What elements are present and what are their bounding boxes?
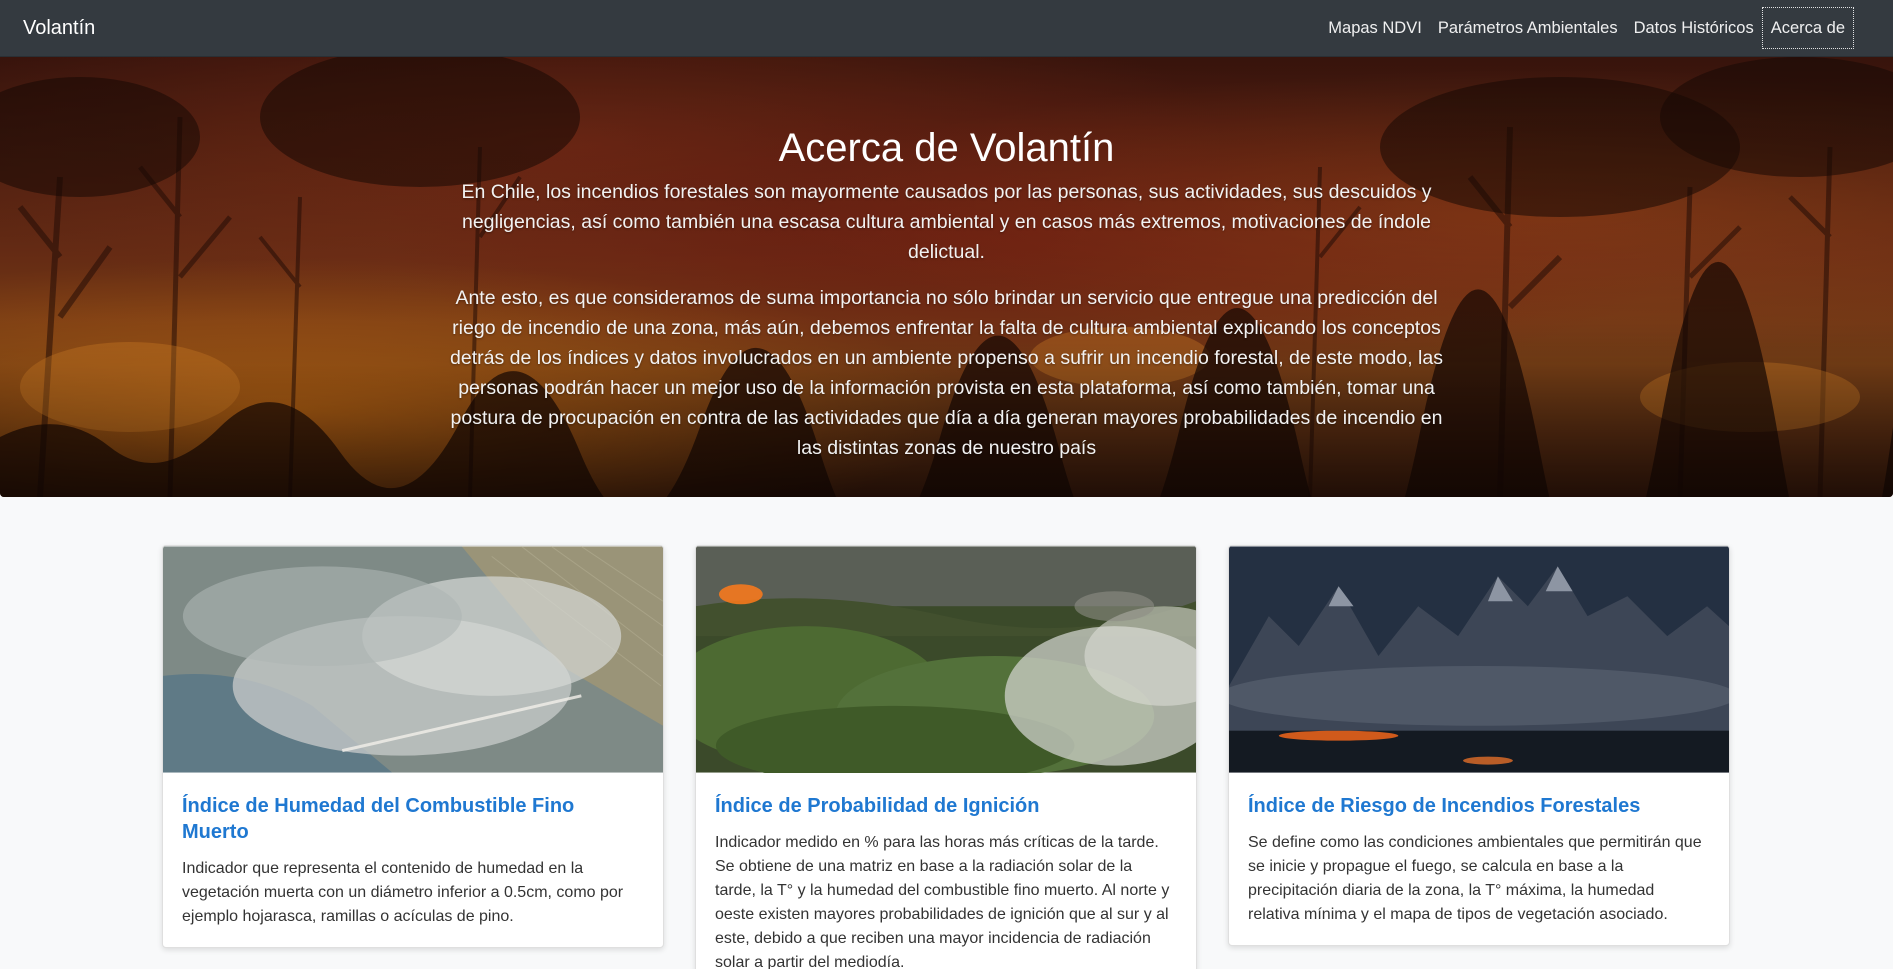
- card-humedad-combustible: Índice de Humedad del Combustible Fino M…: [162, 545, 664, 948]
- card-image-mountains-night: [1229, 546, 1729, 773]
- hero-paragraph-intro: En Chile, los incendios forestales son m…: [461, 181, 1432, 263]
- nav-link-datos-historicos[interactable]: Datos Históricos: [1626, 9, 1762, 47]
- card-image-shrubland-fire: [696, 546, 1196, 773]
- navbar: Volantín Mapas NDVI Parámetros Ambiental…: [0, 0, 1893, 57]
- nav-link-mapas-ndvi[interactable]: Mapas NDVI: [1320, 9, 1430, 47]
- card-text: Indicador medido en % para las horas más…: [715, 834, 1170, 969]
- nav-links: Mapas NDVI Parámetros Ambientales Datos …: [1320, 0, 1870, 56]
- card-image-aerial-smoke: [163, 546, 663, 773]
- card-body: Índice de Probabilidad de Ignición Indic…: [696, 773, 1196, 969]
- card-body: Índice de Riesgo de Incendios Forestales…: [1229, 773, 1729, 945]
- card-title[interactable]: Índice de Riesgo de Incendios Forestales: [1248, 793, 1710, 819]
- card-body: Índice de Humedad del Combustible Fino M…: [163, 773, 663, 947]
- card-title[interactable]: Índice de Probabilidad de Ignición: [715, 793, 1177, 819]
- card-title[interactable]: Índice de Humedad del Combustible Fino M…: [182, 793, 644, 845]
- hero-content: Acerca de Volantín En Chile, los incendi…: [0, 57, 1893, 497]
- card-riesgo-incendios: Índice de Riesgo de Incendios Forestales…: [1228, 545, 1730, 946]
- hero-paragraph-mission: Ante esto, es que consideramos de suma i…: [450, 287, 1443, 459]
- page-title: Acerca de Volantín: [778, 126, 1115, 170]
- card-probabilidad-ignicion: Índice de Probabilidad de Ignición Indic…: [695, 545, 1197, 969]
- brand-link[interactable]: Volantín: [23, 17, 95, 40]
- nav-link-acerca-de[interactable]: Acerca de: [1761, 7, 1854, 49]
- card-text: Indicador que representa el contenido de…: [182, 860, 624, 925]
- nav-link-parametros-ambientales[interactable]: Parámetros Ambientales: [1430, 9, 1626, 47]
- card-text: Se define como las condiciones ambiental…: [1248, 834, 1702, 923]
- hero-banner: Acerca de Volantín En Chile, los incendi…: [0, 57, 1893, 497]
